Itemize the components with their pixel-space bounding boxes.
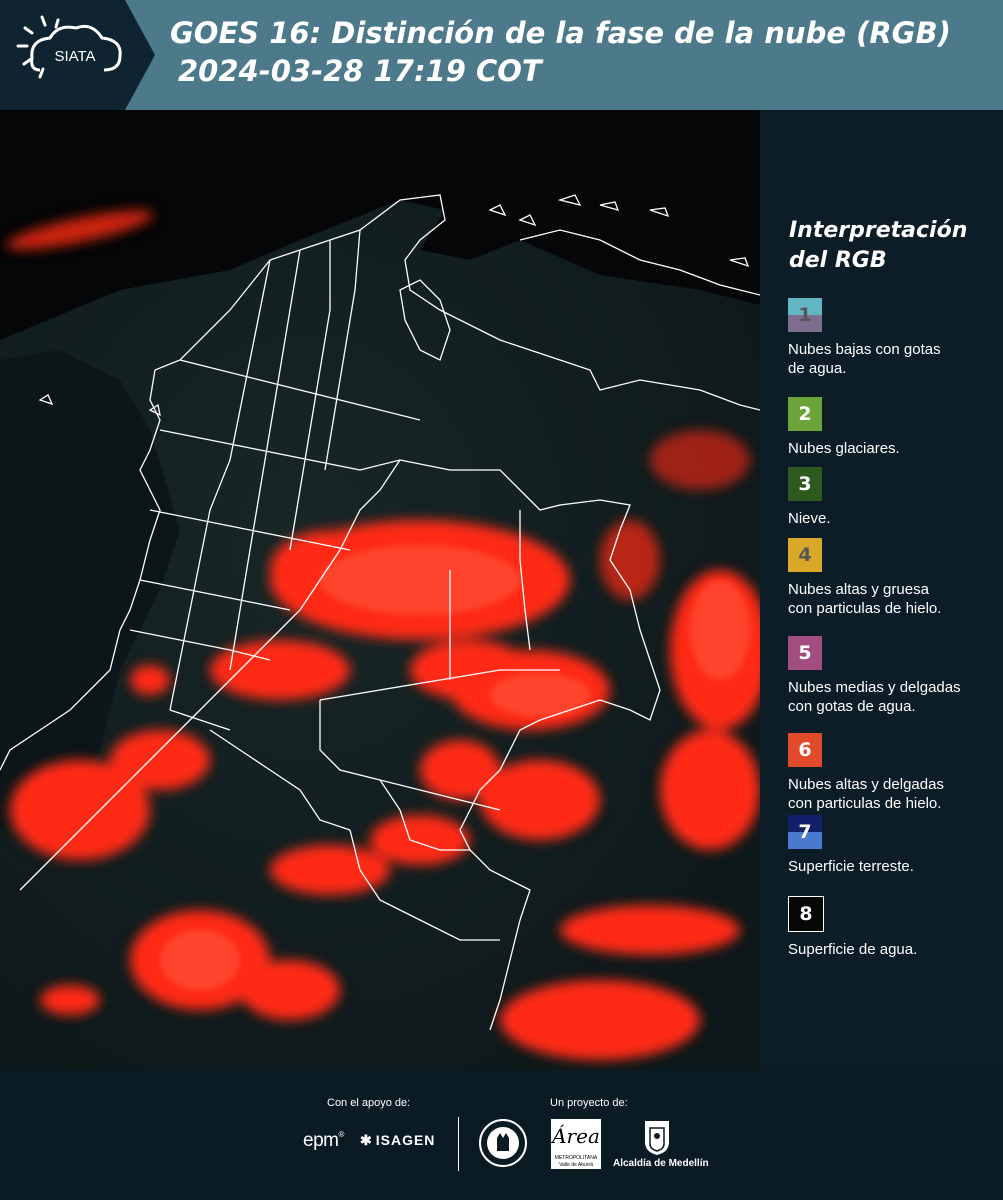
legend-swatch-number: 2: [798, 403, 812, 425]
legend-item: 4 Nubes altas y gruesa con particulas de h…: [788, 538, 1003, 618]
legend-swatch: 3: [788, 467, 822, 501]
alcaldia-label: Alcaldía de Medellín: [613, 1158, 709, 1169]
siata-logo: SIATA: [0, 0, 155, 110]
legend-label-line1: Superficie de agua.: [788, 941, 918, 958]
area-logo-line2: Valle de Aburrá: [559, 1162, 593, 1168]
legend-swatch: 1: [788, 298, 822, 332]
project-label: Un proyecto de:: [550, 1097, 628, 1109]
legend-label-line1: Nubes altas y delgadas: [788, 776, 944, 793]
page-timestamp: 2024-03-28 17:19 COT: [178, 54, 542, 88]
area-logo-line1: METROPOLITANA: [554, 1155, 598, 1161]
legend-panel: Interpretación del RGB 1 Nubes bajas con …: [760, 110, 1003, 1070]
siata-logo-text: SIATA: [54, 48, 95, 65]
legend-item: 1 Nubes bajas con gotas de agua.: [788, 298, 1003, 378]
legend-title-line2: del RGB: [789, 248, 887, 273]
legend-swatch-number: 4: [798, 544, 812, 566]
isagen-logo: ✱ ISAGEN: [360, 1132, 436, 1148]
legend-label-line1: Superficie terreste.: [788, 858, 914, 875]
legend-swatch: 4: [788, 538, 822, 572]
medellin-shield-icon: [642, 1118, 672, 1156]
legend-item: 8 Superficie de agua.: [788, 896, 1003, 959]
legend-label: Nubes glaciares.: [788, 439, 1003, 458]
svg-text:Área: Área: [551, 1124, 600, 1148]
legend-item: 7 Superficie terreste.: [788, 815, 1003, 876]
legend-title: Interpretación del RGB: [789, 216, 989, 276]
legend-label: Nubes altas y delgadas con particulas de …: [788, 775, 1003, 813]
epm-logo: epm®: [303, 1130, 344, 1151]
satellite-map: [0, 110, 760, 1070]
legend-label: Nubes altas y gruesa con particulas de hi…: [788, 580, 1003, 618]
legend-label-line1: Nieve.: [788, 510, 831, 527]
legend-label: Superficie de agua.: [788, 940, 1003, 959]
legend-swatch: 6: [788, 733, 822, 767]
legend-label-line1: Nubes bajas con gotas: [788, 341, 941, 358]
legend-item: 6 Nubes altas y delgadas con particulas de…: [788, 733, 1003, 813]
legend-swatch: 7: [788, 815, 822, 849]
legend-swatch-number: 3: [798, 473, 812, 495]
legend-swatch-number: 6: [798, 739, 812, 761]
legend-swatch-number: 8: [799, 903, 813, 925]
isagen-logo-text: ISAGEN: [375, 1132, 436, 1148]
antioquia-seal-icon: [478, 1118, 528, 1168]
legend-title-line1: Interpretación: [789, 218, 968, 243]
legend-swatch: 5: [788, 636, 822, 670]
header-bar: SIATA GOES 16: Distinción de la fase de …: [0, 0, 1003, 110]
legend-label: Nubes bajas con gotas de agua.: [788, 340, 1003, 378]
legend-item: 5 Nubes medias y delgadas con gotas de agu…: [788, 636, 1003, 716]
legend-swatch: 2: [788, 397, 822, 431]
legend-swatch: 8: [788, 896, 824, 932]
legend-label-line1: Nubes medias y delgadas: [788, 679, 961, 696]
legend-label-line1: Nubes glaciares.: [788, 440, 900, 457]
epm-logo-text: epm: [303, 1130, 339, 1151]
legend-swatch-number: 7: [798, 821, 812, 843]
footer: Con el apoyo de: Un proyecto de: epm® ✱ I…: [0, 1070, 1003, 1200]
legend-label: Superficie terreste.: [788, 857, 1003, 876]
legend-item: 2 Nubes glaciares.: [788, 397, 1003, 458]
legend-label-line2: con particulas de hielo.: [788, 795, 942, 812]
legend-swatch-number: 1: [798, 304, 812, 326]
legend-label: Nieve.: [788, 509, 1003, 528]
legend-label-line1: Nubes altas y gruesa: [788, 581, 929, 598]
page-title: GOES 16: Distinción de la fase de la nub…: [170, 16, 951, 50]
support-label: Con el apoyo de:: [327, 1097, 411, 1109]
legend-label-line2: con gotas de agua.: [788, 698, 916, 715]
legend-label: Nubes medias y delgadas con gotas de agua…: [788, 678, 1003, 716]
legend-item: 3 Nieve.: [788, 467, 1003, 528]
legend-label-line2: de agua.: [788, 360, 847, 377]
legend-label-line2: con particulas de hielo.: [788, 600, 942, 617]
area-metropolitana-logo: Área METROPOLITANA Valle de Aburrá: [550, 1119, 601, 1169]
legend-swatch-number: 5: [798, 642, 812, 664]
footer-divider: [458, 1117, 459, 1171]
